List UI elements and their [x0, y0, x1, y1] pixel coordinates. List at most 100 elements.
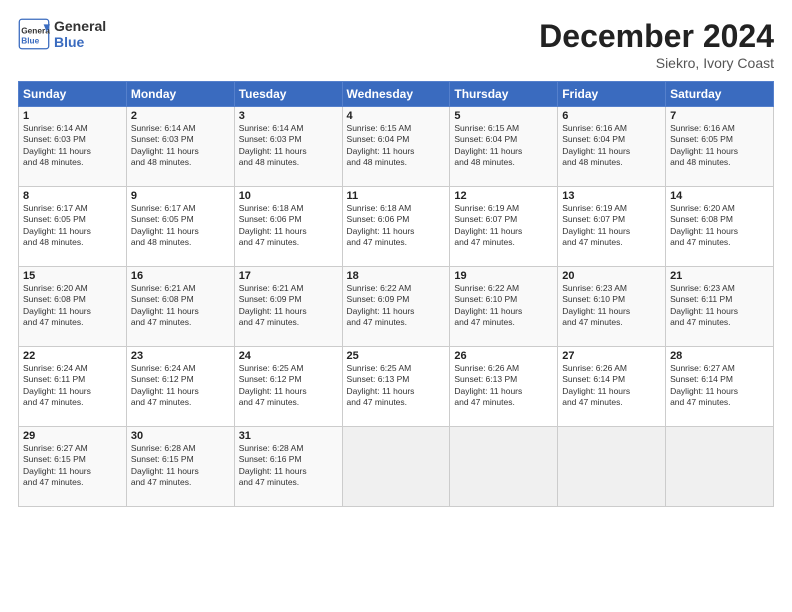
day-number: 10 — [239, 190, 338, 202]
col-header-saturday: Saturday — [666, 82, 774, 107]
day-info: Sunrise: 6:16 AMSunset: 6:04 PMDaylight:… — [562, 123, 661, 169]
day-info: Sunrise: 6:19 AMSunset: 6:07 PMDaylight:… — [454, 203, 553, 249]
page: General Blue General Blue December 2024 … — [0, 0, 792, 612]
day-info: Sunrise: 6:26 AMSunset: 6:13 PMDaylight:… — [454, 363, 553, 409]
day-number: 19 — [454, 270, 553, 282]
header: General Blue General Blue December 2024 … — [18, 18, 774, 71]
day-number: 17 — [239, 270, 338, 282]
table-row: 8Sunrise: 6:17 AMSunset: 6:05 PMDaylight… — [19, 187, 127, 267]
table-row: 28Sunrise: 6:27 AMSunset: 6:14 PMDayligh… — [666, 347, 774, 427]
table-row: 2Sunrise: 6:14 AMSunset: 6:03 PMDaylight… — [126, 107, 234, 187]
day-number: 15 — [23, 270, 122, 282]
table-row: 6Sunrise: 6:16 AMSunset: 6:04 PMDaylight… — [558, 107, 666, 187]
day-number: 9 — [131, 190, 230, 202]
table-row: 7Sunrise: 6:16 AMSunset: 6:05 PMDaylight… — [666, 107, 774, 187]
day-info: Sunrise: 6:16 AMSunset: 6:05 PMDaylight:… — [670, 123, 769, 169]
day-info: Sunrise: 6:19 AMSunset: 6:07 PMDaylight:… — [562, 203, 661, 249]
day-info: Sunrise: 6:28 AMSunset: 6:15 PMDaylight:… — [131, 443, 230, 489]
day-number: 13 — [562, 190, 661, 202]
col-header-monday: Monday — [126, 82, 234, 107]
table-row: 26Sunrise: 6:26 AMSunset: 6:13 PMDayligh… — [450, 347, 558, 427]
col-header-thursday: Thursday — [450, 82, 558, 107]
day-number: 5 — [454, 110, 553, 122]
day-number: 23 — [131, 350, 230, 362]
day-info: Sunrise: 6:27 AMSunset: 6:14 PMDaylight:… — [670, 363, 769, 409]
day-number: 2 — [131, 110, 230, 122]
day-number: 30 — [131, 430, 230, 442]
calendar-table: SundayMondayTuesdayWednesdayThursdayFrid… — [18, 81, 774, 507]
logo-blue: Blue — [54, 34, 106, 50]
table-row: 24Sunrise: 6:25 AMSunset: 6:12 PMDayligh… — [234, 347, 342, 427]
table-row: 19Sunrise: 6:22 AMSunset: 6:10 PMDayligh… — [450, 267, 558, 347]
day-info: Sunrise: 6:25 AMSunset: 6:13 PMDaylight:… — [347, 363, 446, 409]
day-number: 24 — [239, 350, 338, 362]
day-info: Sunrise: 6:21 AMSunset: 6:09 PMDaylight:… — [239, 283, 338, 329]
day-number: 22 — [23, 350, 122, 362]
day-info: Sunrise: 6:20 AMSunset: 6:08 PMDaylight:… — [23, 283, 122, 329]
table-row: 30Sunrise: 6:28 AMSunset: 6:15 PMDayligh… — [126, 427, 234, 507]
day-number: 4 — [347, 110, 446, 122]
table-row — [342, 427, 450, 507]
day-info: Sunrise: 6:22 AMSunset: 6:09 PMDaylight:… — [347, 283, 446, 329]
table-row: 3Sunrise: 6:14 AMSunset: 6:03 PMDaylight… — [234, 107, 342, 187]
day-number: 11 — [347, 190, 446, 202]
table-row: 16Sunrise: 6:21 AMSunset: 6:08 PMDayligh… — [126, 267, 234, 347]
day-info: Sunrise: 6:24 AMSunset: 6:12 PMDaylight:… — [131, 363, 230, 409]
col-header-sunday: Sunday — [19, 82, 127, 107]
table-row — [558, 427, 666, 507]
logo: General Blue General Blue — [18, 18, 106, 50]
logo-general: General — [54, 18, 106, 34]
day-number: 12 — [454, 190, 553, 202]
day-info: Sunrise: 6:24 AMSunset: 6:11 PMDaylight:… — [23, 363, 122, 409]
day-info: Sunrise: 6:20 AMSunset: 6:08 PMDaylight:… — [670, 203, 769, 249]
day-number: 7 — [670, 110, 769, 122]
day-number: 27 — [562, 350, 661, 362]
calendar-title: December 2024 — [539, 18, 774, 55]
table-row: 18Sunrise: 6:22 AMSunset: 6:09 PMDayligh… — [342, 267, 450, 347]
day-number: 3 — [239, 110, 338, 122]
day-info: Sunrise: 6:27 AMSunset: 6:15 PMDaylight:… — [23, 443, 122, 489]
table-row: 9Sunrise: 6:17 AMSunset: 6:05 PMDaylight… — [126, 187, 234, 267]
table-row: 17Sunrise: 6:21 AMSunset: 6:09 PMDayligh… — [234, 267, 342, 347]
day-number: 6 — [562, 110, 661, 122]
table-row: 10Sunrise: 6:18 AMSunset: 6:06 PMDayligh… — [234, 187, 342, 267]
day-info: Sunrise: 6:22 AMSunset: 6:10 PMDaylight:… — [454, 283, 553, 329]
table-row: 25Sunrise: 6:25 AMSunset: 6:13 PMDayligh… — [342, 347, 450, 427]
col-header-friday: Friday — [558, 82, 666, 107]
day-number: 25 — [347, 350, 446, 362]
day-number: 26 — [454, 350, 553, 362]
table-row: 15Sunrise: 6:20 AMSunset: 6:08 PMDayligh… — [19, 267, 127, 347]
table-row: 22Sunrise: 6:24 AMSunset: 6:11 PMDayligh… — [19, 347, 127, 427]
table-row: 5Sunrise: 6:15 AMSunset: 6:04 PMDaylight… — [450, 107, 558, 187]
day-number: 28 — [670, 350, 769, 362]
table-row: 21Sunrise: 6:23 AMSunset: 6:11 PMDayligh… — [666, 267, 774, 347]
table-row — [666, 427, 774, 507]
day-info: Sunrise: 6:23 AMSunset: 6:11 PMDaylight:… — [670, 283, 769, 329]
day-info: Sunrise: 6:26 AMSunset: 6:14 PMDaylight:… — [562, 363, 661, 409]
table-row: 12Sunrise: 6:19 AMSunset: 6:07 PMDayligh… — [450, 187, 558, 267]
col-header-wednesday: Wednesday — [342, 82, 450, 107]
day-info: Sunrise: 6:18 AMSunset: 6:06 PMDaylight:… — [347, 203, 446, 249]
table-row: 13Sunrise: 6:19 AMSunset: 6:07 PMDayligh… — [558, 187, 666, 267]
logo-name: General Blue — [54, 18, 106, 50]
table-row: 11Sunrise: 6:18 AMSunset: 6:06 PMDayligh… — [342, 187, 450, 267]
table-row: 20Sunrise: 6:23 AMSunset: 6:10 PMDayligh… — [558, 267, 666, 347]
table-row: 31Sunrise: 6:28 AMSunset: 6:16 PMDayligh… — [234, 427, 342, 507]
table-row: 4Sunrise: 6:15 AMSunset: 6:04 PMDaylight… — [342, 107, 450, 187]
day-number: 20 — [562, 270, 661, 282]
day-info: Sunrise: 6:14 AMSunset: 6:03 PMDaylight:… — [23, 123, 122, 169]
calendar-subtitle: Siekro, Ivory Coast — [539, 55, 774, 71]
title-block: December 2024 Siekro, Ivory Coast — [539, 18, 774, 71]
col-header-tuesday: Tuesday — [234, 82, 342, 107]
day-number: 18 — [347, 270, 446, 282]
day-number: 31 — [239, 430, 338, 442]
day-info: Sunrise: 6:14 AMSunset: 6:03 PMDaylight:… — [239, 123, 338, 169]
day-number: 29 — [23, 430, 122, 442]
day-info: Sunrise: 6:15 AMSunset: 6:04 PMDaylight:… — [454, 123, 553, 169]
day-info: Sunrise: 6:25 AMSunset: 6:12 PMDaylight:… — [239, 363, 338, 409]
table-row: 23Sunrise: 6:24 AMSunset: 6:12 PMDayligh… — [126, 347, 234, 427]
day-number: 1 — [23, 110, 122, 122]
table-row: 1Sunrise: 6:14 AMSunset: 6:03 PMDaylight… — [19, 107, 127, 187]
table-row: 29Sunrise: 6:27 AMSunset: 6:15 PMDayligh… — [19, 427, 127, 507]
day-info: Sunrise: 6:15 AMSunset: 6:04 PMDaylight:… — [347, 123, 446, 169]
